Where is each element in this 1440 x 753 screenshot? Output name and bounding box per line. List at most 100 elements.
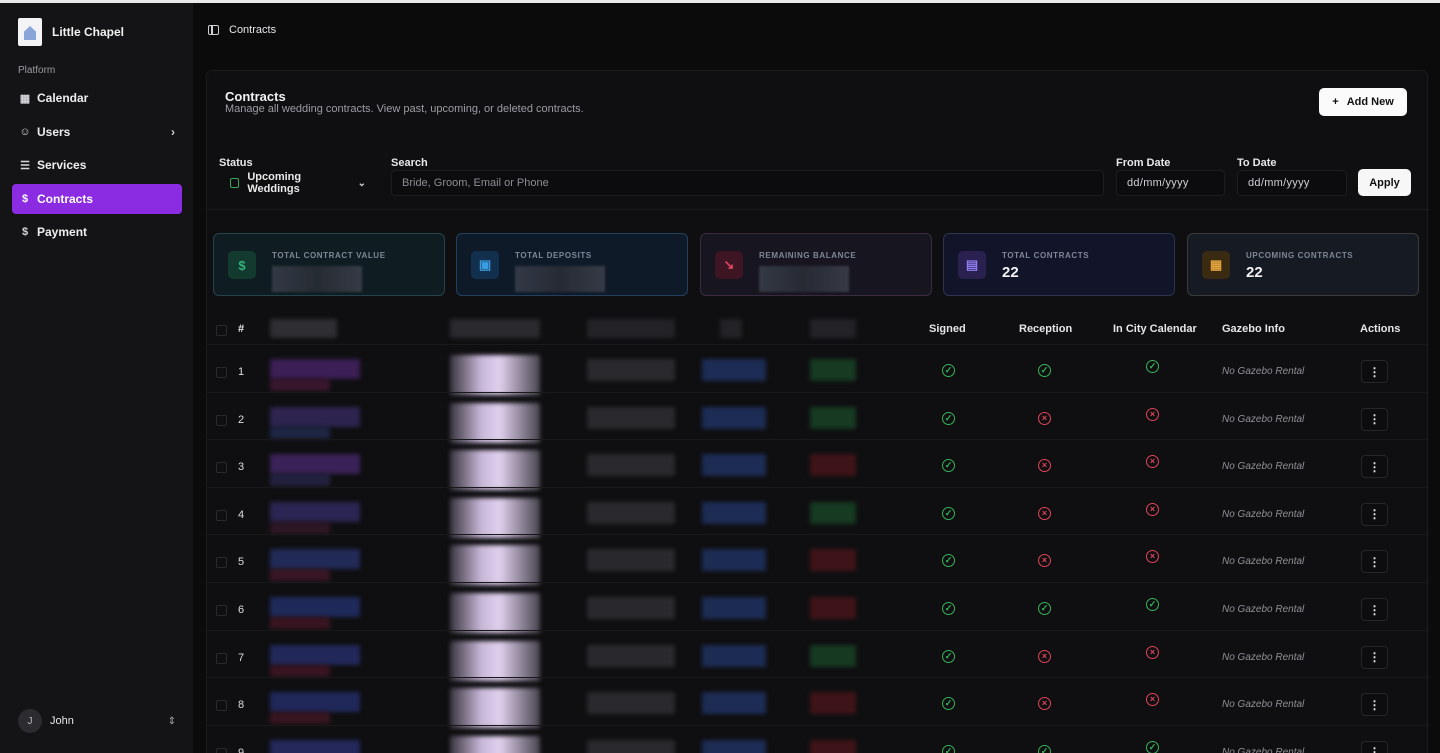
sidebar-item-services[interactable]: ☰ Services — [12, 150, 182, 180]
status-label: Status — [219, 157, 253, 169]
sidebar-item-label: Users — [37, 124, 71, 139]
status-select[interactable]: Upcoming Weddings ⌄ — [219, 170, 377, 196]
redacted-cell — [810, 692, 856, 715]
table-row[interactable]: 9 ✓ ✓ ✓ No Gazebo Rental ⋮ — [207, 724, 1429, 753]
breadcrumb: Contracts — [208, 24, 276, 36]
row-actions-button[interactable]: ⋮ — [1361, 740, 1388, 753]
sidebar-item-payment[interactable]: $ Payment — [12, 217, 182, 247]
redacted-cell — [270, 617, 330, 629]
more-vertical-icon: ⋮ — [1368, 554, 1381, 569]
more-vertical-icon: ⋮ — [1368, 507, 1381, 522]
sidebar-item-label: Contracts — [37, 191, 94, 206]
contracts-card: Contracts Manage all wedding contracts. … — [206, 70, 1429, 753]
table-row[interactable]: 1 ✓ ✓ ✓ No Gazebo Rental ⋮ — [207, 344, 1429, 395]
stat-card-deposits: ▣ TOTAL DEPOSITS — [456, 233, 688, 296]
redacted-cell — [587, 501, 675, 524]
col-header-num: # — [238, 323, 245, 335]
row-actions-button[interactable]: ⋮ — [1361, 407, 1388, 431]
redacted-cell — [702, 406, 766, 429]
row-number: 9 — [238, 746, 245, 753]
sidebar-item-label: Calendar — [37, 91, 89, 105]
row-checkbox[interactable] — [216, 414, 227, 426]
sidebar-item-label: Services — [37, 158, 87, 172]
search-input[interactable]: Bride, Groom, Email or Phone — [391, 170, 1104, 196]
redacted-cell — [270, 379, 330, 391]
main-content: Contracts Contracts Manage all wedding c… — [193, 3, 1440, 753]
row-checkbox[interactable] — [216, 652, 227, 664]
more-vertical-icon: ⋮ — [1368, 459, 1381, 474]
row-actions-button[interactable]: ⋮ — [1361, 360, 1388, 383]
calendar-icon: ▦ — [1202, 251, 1230, 279]
avatar: J — [18, 709, 42, 733]
brand[interactable]: Little Chapel — [18, 18, 124, 46]
from-date-input[interactable]: dd/mm/yyyy — [1116, 170, 1225, 196]
to-date-input[interactable]: dd/mm/yyyy — [1237, 170, 1347, 196]
stat-label: REMAINING BALANCE — [759, 251, 857, 260]
row-checkbox[interactable] — [216, 509, 227, 521]
row-actions-button[interactable]: ⋮ — [1361, 550, 1388, 574]
row-actions-button[interactable]: ⋮ — [1361, 598, 1388, 621]
row-actions-button[interactable]: ⋮ — [1361, 645, 1388, 669]
gazebo-info: No Gazebo Rental — [1222, 461, 1305, 473]
x-circle-icon: × — [1038, 554, 1051, 568]
redacted-cell — [810, 549, 856, 572]
dollar-icon: $ — [21, 226, 29, 238]
to-date-placeholder: dd/mm/yyyy — [1248, 177, 1310, 189]
apply-button[interactable]: Apply — [1358, 169, 1411, 196]
sidebar-item-contracts[interactable]: $ Contracts — [12, 183, 182, 214]
table-row[interactable]: 3 ✓ × × No Gazebo Rental ⋮ — [207, 439, 1429, 491]
row-number: 4 — [238, 508, 245, 521]
stat-card-upcoming: ▦ UPCOMING CONTRACTS 22 — [1187, 233, 1419, 296]
col-header-signed: Signed — [929, 323, 966, 335]
sidebar-toggle-icon[interactable] — [208, 25, 219, 35]
x-circle-icon: × — [1146, 407, 1159, 421]
row-checkbox[interactable] — [216, 700, 227, 712]
redacted-cell — [702, 739, 766, 753]
redacted-cell — [587, 739, 675, 753]
table-row[interactable]: 5 ✓ × × No Gazebo Rental ⋮ — [207, 534, 1429, 586]
redacted-cell — [587, 597, 675, 619]
row-checkbox[interactable] — [216, 557, 227, 569]
redacted-cell — [587, 454, 675, 477]
row-checkbox[interactable] — [216, 747, 227, 753]
select-all-checkbox[interactable] — [216, 325, 227, 336]
redacted-cell — [702, 549, 766, 572]
x-circle-icon: × — [1038, 506, 1051, 520]
redacted-cell — [270, 644, 360, 665]
redacted-cell — [810, 406, 856, 429]
row-checkbox[interactable] — [216, 462, 227, 474]
table-row[interactable]: 4 ✓ × × No Gazebo Rental ⋮ — [207, 486, 1429, 538]
list-icon: ☰ — [20, 159, 30, 172]
row-actions-button[interactable]: ⋮ — [1361, 455, 1388, 479]
add-new-button[interactable]: + Add New — [1319, 88, 1407, 116]
stat-label: TOTAL DEPOSITS — [515, 251, 592, 260]
table-row[interactable]: 2 ✓ × × No Gazebo Rental ⋮ — [207, 391, 1429, 443]
row-actions-button[interactable]: ⋮ — [1361, 693, 1388, 717]
gazebo-info: No Gazebo Rental — [1222, 413, 1305, 425]
divider — [207, 209, 1429, 210]
sidebar-item-calendar[interactable]: ▦ Calendar — [12, 83, 182, 113]
gazebo-info: No Gazebo Rental — [1222, 604, 1305, 615]
chevrons-up-down-icon: ⇕ — [167, 715, 176, 727]
more-vertical-icon: ⋮ — [1368, 412, 1381, 427]
redacted-cell — [270, 359, 360, 379]
nav-section-label: Platform — [18, 65, 56, 76]
table-row[interactable]: 8 ✓ × × No Gazebo Rental ⋮ — [207, 677, 1429, 729]
row-checkbox[interactable] — [216, 367, 227, 378]
redacted-cell — [450, 497, 540, 538]
redacted-header — [810, 319, 856, 338]
table-row[interactable]: 7 ✓ × × No Gazebo Rental ⋮ — [207, 629, 1429, 681]
table-row[interactable]: 6 ✓ ✓ ✓ No Gazebo Rental ⋮ — [207, 582, 1429, 633]
x-circle-icon: × — [1146, 693, 1159, 707]
user-menu[interactable]: J John ⇕ — [18, 709, 176, 733]
row-checkbox[interactable] — [216, 605, 227, 616]
to-date-label: To Date — [1237, 157, 1277, 169]
check-circle-icon: ✓ — [942, 697, 955, 711]
sidebar-item-users[interactable]: ☺ Users › — [12, 117, 182, 147]
redacted-cell — [270, 501, 360, 522]
check-circle-icon: ✓ — [942, 506, 955, 520]
row-actions-button[interactable]: ⋮ — [1361, 502, 1388, 526]
col-header-reception: Reception — [1019, 323, 1073, 335]
redacted-cell — [810, 454, 856, 477]
redacted-cell — [702, 454, 766, 477]
